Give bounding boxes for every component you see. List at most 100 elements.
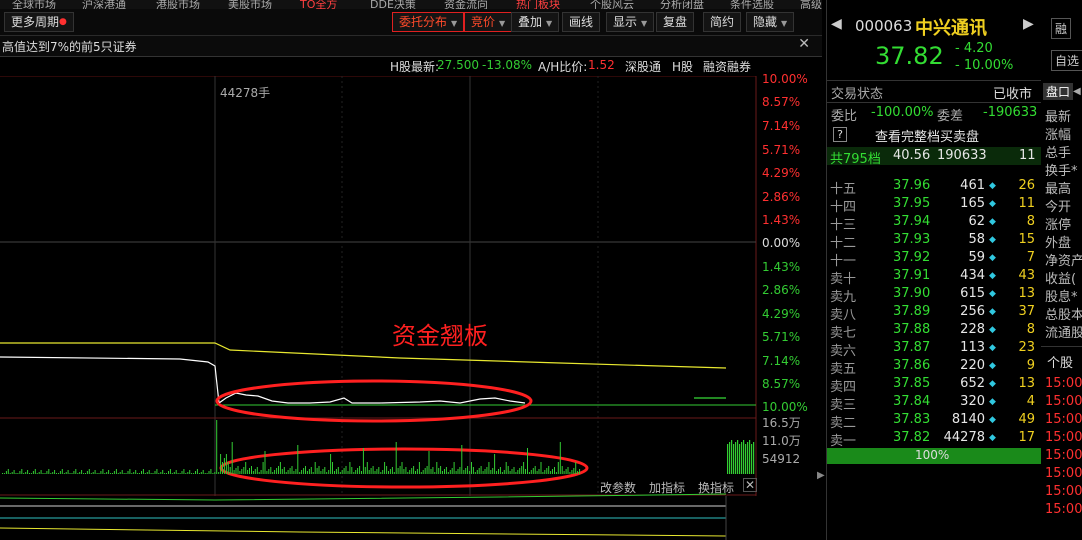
order-book-row[interactable]: 卖六 37.87 113 ◆ 23 [827,340,1041,359]
order-count: 15 [1018,232,1035,247]
order-price: 37.89 [893,304,931,319]
volume-bar [737,440,739,474]
sz-connect-link[interactable]: 深股通 [625,58,661,75]
order-book-row[interactable]: 卖五 37.86 220 ◆ 9 [827,358,1041,377]
order-book-row[interactable]: 十四 37.95 165 ◆ 11 [827,196,1041,215]
order-book-row[interactable]: 卖一 37.82 44278 ◆ 17 [827,430,1041,449]
volume-bar [202,470,204,474]
panel-side-arrow-icon[interactable]: ◀ [1073,86,1081,97]
order-book-row[interactable]: 卖二 37.83 8140 ◆ 49 [827,412,1041,431]
volume-bar [496,471,498,474]
order-book-row[interactable]: 十五 37.96 461 ◆ 26 [827,178,1041,197]
volume-bar [50,473,52,474]
order-book-row[interactable]: 十一 37.92 59 ◆ 7 [827,250,1041,269]
order-book-row[interactable]: 卖三 37.84 320 ◆ 4 [827,394,1041,413]
order-book-row[interactable]: 卖九 37.90 615 ◆ 13 [827,286,1041,305]
margin-badge[interactable]: 融 [1051,18,1072,39]
volume-bar [422,470,424,474]
close-icon[interactable]: ✕ [798,36,810,52]
order-book-row[interactable]: 卖七 37.88 228 ◆ 8 [827,322,1041,341]
volume-bar [517,470,519,474]
draw-line-button[interactable]: 画线 [562,12,601,32]
close-indicator-icon[interactable]: ✕ [743,478,758,492]
order-volume: 59 [968,250,985,265]
total-volume: 190633 [937,148,987,163]
intraday-chart[interactable]: 44278手 资金翘板 10.00% 8.57% 7.14% 5.71% 4.2… [0,72,822,540]
volume-bar [291,466,293,474]
volume-bar [58,473,59,474]
volume-bar [71,473,73,474]
volume-bar [237,466,239,474]
more-period-button[interactable]: 更多周期● [4,12,74,32]
auction-button[interactable]: 竞价 ▼ [464,12,513,32]
order-volume: 220 [960,358,985,373]
volume-bar [67,470,69,474]
volume-bar [534,466,536,474]
next-stock-icon[interactable]: ▶ [1023,16,1034,32]
volume-bar [75,469,77,474]
change-indicator-button[interactable]: 换指标 [698,479,734,496]
stock-code: 000063 [855,17,913,35]
volume-bar [308,469,310,474]
order-book-row[interactable]: 十三 37.94 62 ◆ 8 [827,214,1041,233]
volume-bar [204,473,206,474]
order-book-row[interactable]: 卖四 37.85 652 ◆ 13 [827,376,1041,395]
panel-collapse-icon[interactable]: ▶ [817,470,825,481]
order-book-row[interactable]: 卖十 37.91 434 ◆ 43 [827,268,1041,287]
volume-bar [46,471,48,474]
volume-bar [92,472,94,474]
annotation-ellipse-volume [219,447,589,489]
quote-field-label: 换手* [1045,164,1078,179]
add-indicator-button[interactable]: 加指标 [649,479,685,496]
simple-button[interactable]: 简约 [703,12,742,32]
volume-bar [478,468,480,474]
order-price: 37.95 [893,196,931,211]
order-distribution-button[interactable]: 委托分布 ▼ [392,12,465,32]
order-level: 卖八 [830,308,857,323]
volume-axis-label: 54912 [762,452,801,466]
overlay-button[interactable]: 叠加 ▼ [511,12,560,32]
quote-field-label: 涨停 [1045,218,1072,233]
volume-bar [177,473,179,474]
volume-bar [154,471,156,474]
quote-field-label: 净资产 [1045,254,1082,269]
volume-bar [741,442,743,474]
volume-bar [310,467,312,474]
h-share-link[interactable]: H股 [672,58,693,75]
volume-bar [247,470,249,474]
volume-bar [386,466,388,474]
volume-bar [405,467,407,474]
order-count: 13 [1018,286,1035,301]
volume-bar [349,462,351,474]
volume-bar [550,471,552,474]
volume-bar [210,469,212,474]
volume-bar [110,473,112,474]
display-button[interactable]: 显示 ▼ [606,12,655,32]
add-watchlist-button[interactable]: 自选 [1051,50,1082,71]
volume-bar [142,469,144,474]
order-book-row[interactable]: 十二 37.93 58 ◆ 15 [827,232,1041,251]
pct-axis-label: 7.14% [762,354,801,368]
help-icon[interactable]: ? [833,127,847,142]
weibi-label: 委比 [831,109,858,124]
margin-trading-link[interactable]: 融资融券 [703,58,751,75]
prev-stock-icon[interactable]: ◀ [831,16,842,32]
order-book-row[interactable]: 卖八 37.89 256 ◆ 37 [827,304,1041,323]
diamond-icon: ◆ [989,379,996,389]
hide-button[interactable]: 隐藏 ▼ [746,12,795,32]
view-full-orderbook-link[interactable]: 查看完整档买卖盘 [875,126,979,145]
tab-pankou[interactable]: 盘口 [1043,83,1074,100]
edit-params-button[interactable]: 改参数 [600,479,636,496]
replay-button[interactable]: 复盘 [656,12,695,32]
volume-bar [25,472,27,474]
volume-bar [152,473,154,474]
volume-bar [480,466,482,474]
volume-bar [175,470,177,474]
order-level: 十一 [830,254,857,269]
volume-bar [505,462,507,474]
order-level: 卖十 [830,272,857,287]
order-level: 卖一 [830,434,857,449]
volume-bar [320,471,322,474]
volume-bar [9,473,11,474]
volume-bar [389,469,391,474]
